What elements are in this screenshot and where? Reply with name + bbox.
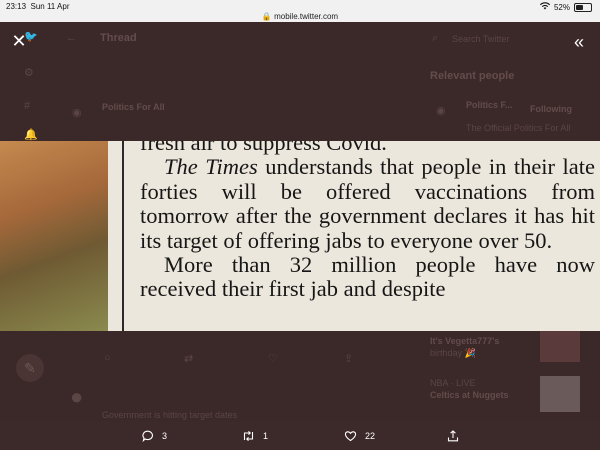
clipping-paper-name: The Times [164, 154, 258, 180]
trend-2-tag: NBA · LIVE [430, 378, 476, 388]
tweet-author: Politics For All [102, 102, 165, 112]
search-icon: ⌕ [432, 32, 439, 44]
reply-count: 3 [162, 431, 168, 441]
collapse-panel-button[interactable]: « [566, 30, 592, 54]
media-action-bar: 3 1 22 [0, 422, 600, 450]
reply-button[interactable]: 3 [142, 422, 167, 450]
trend-1-title: It's Vegetta777's [430, 336, 500, 346]
wifi-icon [539, 2, 550, 12]
battery-icon [574, 2, 592, 12]
search-placeholder: Search Twitter [452, 34, 510, 44]
notifications-icon: 🔔 [24, 129, 38, 141]
reply-avatar: ● [70, 384, 84, 409]
battery-level [576, 4, 583, 10]
retweet-icon-dim: ⇄ [184, 353, 194, 365]
clipping-paragraph-1: The Times understands that people in the… [140, 155, 595, 253]
like-icon-dim: ♡ [268, 353, 278, 365]
url-text: mobile.twitter.com [274, 12, 339, 21]
tweet-avatar: ◉ [72, 107, 82, 119]
battery-percent: 52% [553, 2, 570, 12]
following-button: Following [530, 104, 572, 114]
trend-2-title: Celtics at Nuggets [430, 390, 509, 400]
share-button[interactable] [447, 422, 459, 450]
address-bar[interactable]: 🔒 mobile.twitter.com [0, 12, 600, 21]
status-bar: 23:13 Sun 11 Apr 🔒 mobile.twitter.com 52… [0, 0, 600, 22]
reply-icon [142, 430, 154, 442]
share-icon-dim: ⇪ [344, 353, 354, 365]
trend-2-thumbnail [540, 376, 580, 412]
like-count: 22 [365, 431, 376, 441]
status-clock: 23:13 [6, 2, 27, 11]
clipping-text: fresh air to suppress Covid. The Times u… [140, 141, 595, 302]
column-rule [122, 141, 124, 331]
back-arrow-icon: ← [66, 32, 77, 44]
share-icon [447, 430, 459, 442]
person-name: Politics F... [466, 100, 513, 110]
trend-1-subtitle: birthday 🎉 [430, 348, 476, 358]
retweet-icon [242, 430, 255, 442]
retweet-count: 1 [263, 431, 269, 441]
like-button[interactable]: 22 [344, 422, 375, 450]
newspaper-clipping: fresh air to suppress Covid. The Times u… [108, 141, 600, 331]
explore-icon: ⚙ [24, 67, 34, 79]
close-media-viewer-button[interactable]: ✕ [8, 30, 30, 52]
thread-title: Thread [100, 32, 137, 44]
reply-text: Government is hitting target dates [102, 410, 238, 420]
clipping-line-top: fresh air to suppress Covid. [140, 141, 387, 155]
relevant-people-title: Relevant people [430, 70, 515, 82]
status-indicators: 52% [539, 2, 592, 12]
hashtag-icon: # [24, 100, 31, 112]
status-time: 23:13 Sun 11 Apr [6, 2, 69, 11]
clipping-paragraph-2: More than 32 million people have now rec… [140, 252, 595, 302]
heart-icon [344, 430, 357, 442]
reply-icon-dim: ○ [104, 352, 111, 364]
person-bio: The Official Politics For All [466, 123, 571, 133]
person-avatar: ◉ [436, 105, 446, 117]
status-date: Sun 11 Apr [30, 2, 70, 11]
newspaper-photo-image [0, 141, 108, 331]
compose-tweet-button: ✎ [16, 354, 44, 382]
retweet-button[interactable]: 1 [242, 422, 268, 450]
trend-1-thumbnail [540, 326, 580, 362]
lock-icon: 🔒 [261, 12, 272, 21]
